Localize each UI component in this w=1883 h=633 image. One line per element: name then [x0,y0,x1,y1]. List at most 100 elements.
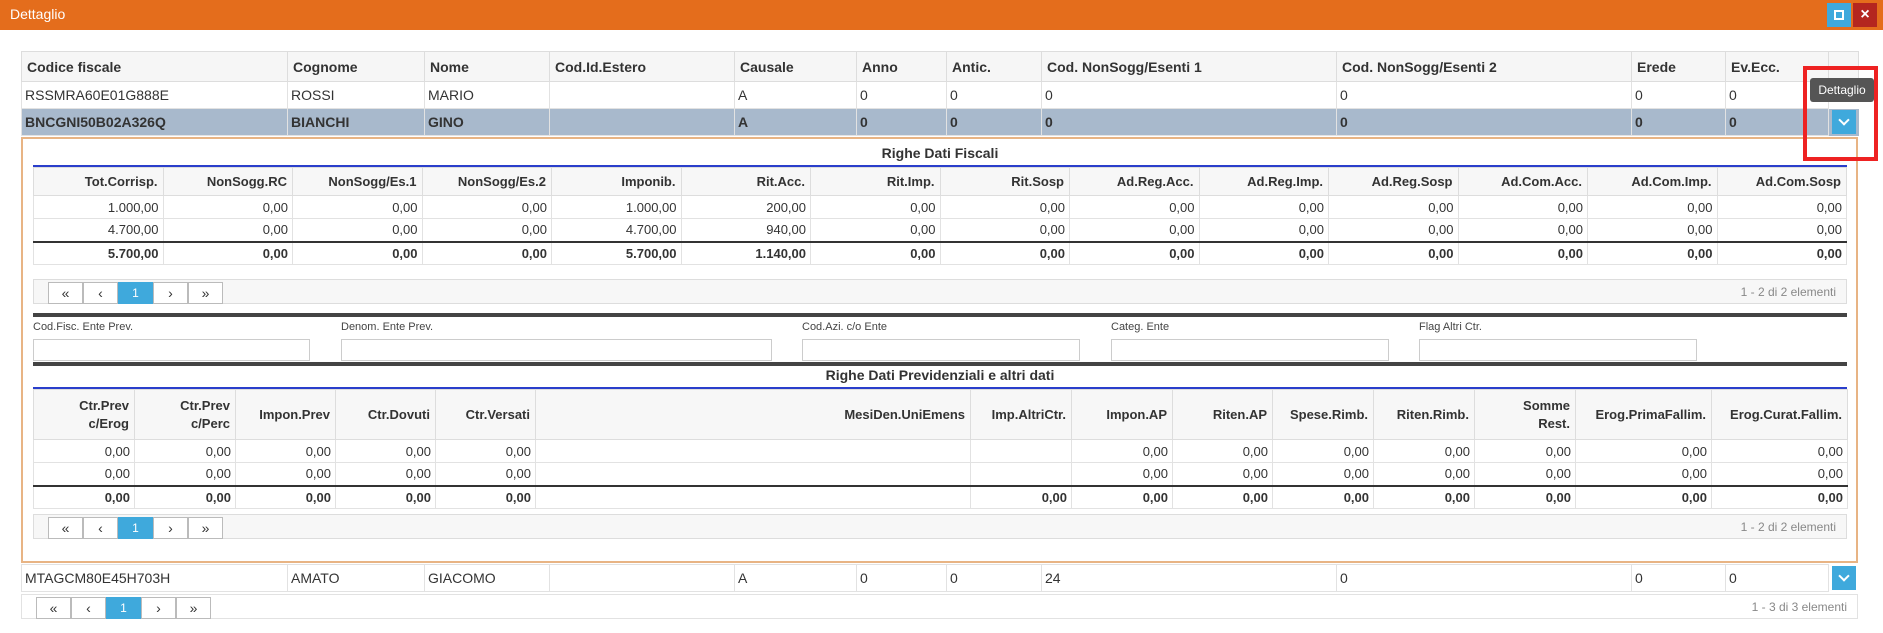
cell: 0 [946,564,1042,592]
col-ctr-prev-erog[interactable]: Ctr.Prev c/Erog [33,389,135,440]
col-erog-prima-fallim[interactable]: Erog.PrimaFallim. [1575,389,1712,440]
close-icon[interactable]: × [1853,3,1877,27]
cell: 0 [1631,108,1726,136]
cod-fisc-ente-field[interactable] [33,339,310,361]
col-ad-com-sosp[interactable]: Ad.Com.Sosp [1716,167,1847,196]
col-nonsogg-es1[interactable]: NonSogg/Es.1 [292,167,423,196]
col-tot-corrisp[interactable]: Tot.Corrisp. [33,167,164,196]
total-cell: 0,00 [1198,240,1329,265]
col-rit-imp[interactable]: Rit.Imp. [810,167,941,196]
col-nonsogg-rc[interactable]: NonSogg.RC [162,167,293,196]
page-1-button[interactable]: 1 [118,517,153,539]
table-row[interactable]: 4.700,00 0,00 0,00 0,00 4.700,00 940,00 0,00 0,… [33,218,1847,242]
first-page-button[interactable]: « [48,282,83,304]
cell: 0,00 [162,218,293,242]
col-mesiden-uniemens[interactable]: MesiDen.UniEmens [535,389,971,440]
col-spese-rimb[interactable]: Spese.Rimb. [1272,389,1374,440]
col-impon-ap[interactable]: Impon.AP [1071,389,1173,440]
cell: 0,00 [435,462,536,486]
col-ctr-prev-perc[interactable]: Ctr.Prev c/Perc [134,389,236,440]
cell: A [734,81,857,109]
last-page-button[interactable]: » [188,517,223,539]
categ-ente-field[interactable] [1111,339,1389,361]
col-antic[interactable]: Antic. [946,51,1042,82]
denom-ente-label: Denom. Ente Prev. [341,321,434,333]
cell: 0,00 [1172,439,1273,463]
col-nome[interactable]: Nome [424,51,550,82]
col-cognome[interactable]: Cognome [287,51,425,82]
total-cell: 0,00 [1069,240,1200,265]
cell: 0,00 [1069,195,1200,219]
col-ad-reg-acc[interactable]: Ad.Reg.Acc. [1069,167,1200,196]
table-row[interactable]: MTAGCM80E45H703H AMATO GIACOMO A 0 0 24 … [21,564,1859,592]
col-nonsogg-es2[interactable]: NonSogg/Es.2 [421,167,552,196]
cell: 0,00 [1071,462,1173,486]
cell: ROSSI [287,81,425,109]
cell: 0,00 [1198,218,1329,242]
col-imp-altri-ctr[interactable]: Imp.AltriCtr. [970,389,1072,440]
cell: 0,00 [939,195,1070,219]
col-impon-prev[interactable]: Impon.Prev [235,389,336,440]
cod-azi-field[interactable] [802,339,1080,361]
cell: MTAGCM80E45H703H [21,564,288,592]
next-page-button[interactable]: › [153,282,188,304]
col-causale[interactable]: Causale [734,51,857,82]
col-codice-fiscale[interactable]: Codice fiscale [21,51,288,82]
col-cod-id-estero[interactable]: Cod.Id.Estero [549,51,735,82]
table-row[interactable]: 0,00 0,00 0,00 0,00 0,00 0,00 0,00 0,00 0,00 0,00… [33,462,1848,486]
next-page-button[interactable]: › [153,517,188,539]
col-somme-rest[interactable]: Somme Rest. [1474,389,1576,440]
page-1-button[interactable]: 1 [106,597,141,619]
totals-row: 0,00 0,00 0,00 0,00 0,00 0,00 0,00 0,00 0,00 0,00… [33,484,1848,509]
col-ad-com-acc[interactable]: Ad.Com.Acc. [1457,167,1588,196]
col-erede[interactable]: Erede [1631,51,1726,82]
cell: 0,00 [162,195,293,219]
page-info: 1 - 2 di 2 elementi [1740,520,1836,534]
total-cell: 0,00 [1575,484,1712,509]
last-page-button[interactable]: » [188,282,223,304]
cell: 0,00 [1457,195,1588,219]
col-rit-acc[interactable]: Rit.Acc. [680,167,811,196]
next-page-button[interactable]: › [141,597,176,619]
col-ad-reg-sosp[interactable]: Ad.Reg.Sosp [1328,167,1459,196]
table-row[interactable]: RSSMRA60E01G888E ROSSI MARIO A 0 0 0 0 0… [21,81,1859,109]
col-cod-nonsogg-1[interactable]: Cod. NonSogg/Esenti 1 [1041,51,1337,82]
col-erog-curat-fallim[interactable]: Erog.Curat.Fallim. [1711,389,1848,440]
flag-altri-ctr-field[interactable] [1419,339,1697,361]
cell [549,564,735,592]
total-cell: 1.140,00 [680,240,811,265]
col-cod-nonsogg-2[interactable]: Cod. NonSogg/Esenti 2 [1336,51,1632,82]
col-imponib[interactable]: Imponib. [551,167,682,196]
col-ctr-dovuti[interactable]: Ctr.Dovuti [335,389,436,440]
col-riten-rimb[interactable]: Riten.Rimb. [1373,389,1475,440]
page-1-button[interactable]: 1 [118,282,153,304]
expand-detail-button[interactable] [1831,566,1856,590]
col-riten-ap[interactable]: Riten.AP [1172,389,1273,440]
cell: 0,00 [1575,462,1712,486]
total-cell: 0,00 [1071,484,1173,509]
first-page-button[interactable]: « [36,597,71,619]
previdenziali-title: Righe Dati Previdenziali e altri dati [33,367,1847,389]
col-ctr-versati[interactable]: Ctr.Versati [435,389,536,440]
col-ad-com-imp[interactable]: Ad.Com.Imp. [1587,167,1718,196]
col-anno[interactable]: Anno [856,51,947,82]
col-ad-reg-imp[interactable]: Ad.Reg.Imp. [1198,167,1329,196]
table-row[interactable]: 1.000,00 0,00 0,00 0,00 1.000,00 200,00 0,00 0,… [33,195,1847,219]
table-row-selected[interactable]: BNCGNI50B02A326Q BIANCHI GINO A 0 0 0 0 … [21,108,1859,136]
col-rit-sosp[interactable]: Rit.Sosp [939,167,1070,196]
prev-page-button[interactable]: ‹ [83,517,118,539]
prev-page-button[interactable]: ‹ [71,597,106,619]
maximize-icon[interactable] [1827,3,1851,27]
cell: 0 [1631,81,1726,109]
table-row[interactable]: 0,00 0,00 0,00 0,00 0,00 0,00 0,00 0,00 0,00 0,00… [33,439,1848,463]
denom-ente-field[interactable] [341,339,772,361]
last-page-button[interactable]: » [176,597,211,619]
prev-page-button[interactable]: ‹ [83,282,118,304]
cell: 0,00 [1328,195,1459,219]
cell: 0,00 [1716,218,1847,242]
flag-altri-ctr-label: Flag Altri Ctr. [1419,321,1482,333]
cell: 4.700,00 [33,218,164,242]
first-page-button[interactable]: « [48,517,83,539]
cell: 0,00 [33,439,135,463]
cell: 0,00 [810,195,941,219]
